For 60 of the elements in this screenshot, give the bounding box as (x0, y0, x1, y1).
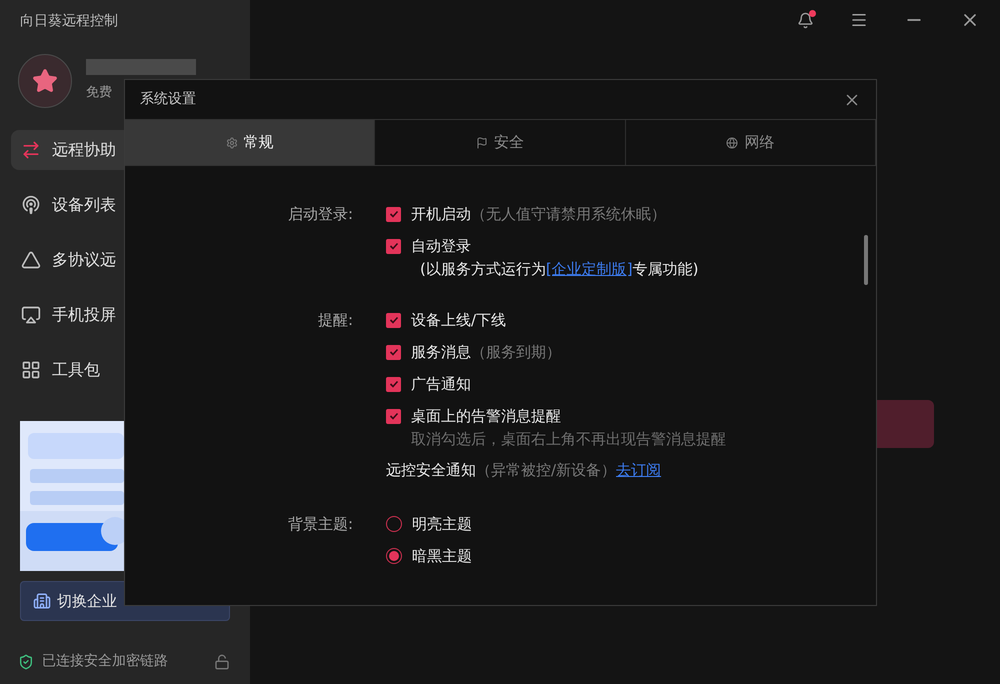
nav-item[interactable]: 手机投屏 (11, 295, 239, 335)
option-label: 暗黑主题 (412, 546, 472, 567)
nav-item[interactable]: 工具包 (11, 350, 239, 390)
check-icon (388, 209, 398, 219)
option-hint: （异常被控/新设备） (476, 460, 616, 481)
check-icon (388, 315, 398, 325)
option-label: 明亮主题 (412, 514, 472, 535)
checkbox[interactable] (386, 206, 401, 222)
check-icon (388, 411, 398, 421)
check-icon (388, 379, 398, 389)
check-icon (388, 347, 398, 357)
star-icon (32, 68, 58, 94)
cast-icon (21, 305, 41, 325)
radio-button[interactable] (386, 516, 402, 532)
edition-link[interactable]: [企业定制版] (546, 258, 633, 280)
option-note: (以服务方式运行为 (420, 259, 546, 280)
triangle-icon (21, 250, 41, 270)
settings-tab[interactable]: 常规 (125, 120, 376, 165)
settings-tab[interactable]: 网络 (626, 120, 876, 165)
arrows-icon (21, 140, 41, 160)
option-label: 开机启动 (411, 204, 471, 225)
globe-icon (726, 136, 738, 148)
option-hint: （服务到期） (471, 342, 561, 363)
checkbox[interactable] (386, 344, 401, 360)
checkbox[interactable] (386, 376, 401, 392)
shield-icon (18, 654, 34, 670)
option-hint: （无人值守请禁用系统休眠） (471, 204, 666, 225)
option-label: 远控安全通知 (386, 460, 476, 481)
flag-icon (476, 136, 488, 148)
nav-item[interactable]: 设备列表 (11, 185, 239, 225)
checkbox[interactable] (386, 238, 401, 254)
plan-label: 免费 (86, 84, 112, 102)
app-title: 向日葵远程控制 (20, 12, 119, 31)
option-label: 设备上线/下线 (411, 310, 506, 331)
building-icon (33, 592, 51, 610)
check-icon (388, 241, 398, 251)
section-label: 提醒: (316, 310, 353, 331)
settings-tab[interactable]: 安全 (375, 120, 626, 165)
option-note: 专属功能) (632, 259, 698, 280)
notification-button[interactable] (797, 12, 814, 28)
scrollbar[interactable] (864, 235, 868, 285)
option-label: 桌面上的告警消息提醒 (411, 406, 561, 427)
nav-item[interactable]: 多协议远 (11, 240, 239, 280)
section-label: 背景主题: (286, 514, 353, 535)
checkbox[interactable] (386, 312, 401, 328)
checkbox[interactable] (386, 408, 401, 424)
menu-icon[interactable] (850, 11, 868, 29)
option-label: 自动登录 (411, 236, 471, 257)
option-label: 广告通知 (411, 374, 471, 395)
grid-icon (21, 360, 41, 380)
connection-status: 已连接安全加密链路 (42, 652, 168, 671)
section-label: 启动登录: (286, 204, 353, 225)
radio-button[interactable] (386, 548, 402, 564)
subscribe-link[interactable]: 去订阅 (616, 458, 662, 482)
dialog-title: 系统设置 (140, 90, 196, 109)
lock-icon[interactable] (214, 654, 230, 670)
radar-icon (21, 195, 41, 215)
option-label: 服务消息 (411, 342, 471, 363)
option-note: 取消勾选后，桌面右上角不再出现告警消息提醒 (411, 429, 726, 450)
gear-icon (226, 136, 238, 148)
